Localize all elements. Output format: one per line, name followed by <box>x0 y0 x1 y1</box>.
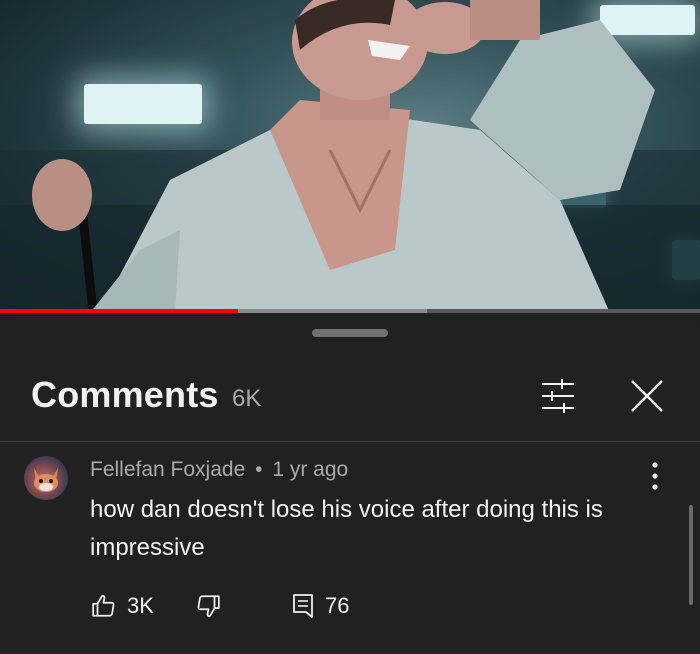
comments-title: Comments <box>31 374 219 415</box>
more-vert-icon <box>652 462 658 490</box>
meta-separator: • <box>255 458 263 481</box>
close-icon <box>631 380 663 412</box>
thumbs-down-icon <box>197 595 220 617</box>
reply-icon <box>293 594 313 618</box>
comments-panel: Comments 6K Fellefan Foxjade • 1 yr ago … <box>0 313 700 654</box>
drag-handle[interactable] <box>312 329 388 337</box>
video-frame <box>0 0 700 313</box>
comment-text: how dan doesn't lose his voice after doi… <box>90 496 603 561</box>
comment-time[interactable]: 1 yr ago <box>272 458 348 481</box>
avatar[interactable] <box>24 456 68 500</box>
comment-actions: 3K 76 <box>0 591 700 621</box>
comment-author[interactable]: Fellefan Foxjade <box>90 458 245 481</box>
replies-button[interactable]: 76 <box>291 591 349 621</box>
filter-button[interactable] <box>538 376 578 416</box>
dislike-button[interactable] <box>195 591 221 621</box>
like-count: 3K <box>127 593 154 618</box>
fox-avatar-icon <box>34 468 58 492</box>
comment-menu-button[interactable] <box>640 458 670 494</box>
header-divider <box>0 441 700 442</box>
like-button[interactable]: 3K <box>91 591 154 621</box>
scrollbar[interactable] <box>689 505 693 605</box>
filter-sliders-icon <box>542 379 574 413</box>
close-button[interactable] <box>627 376 667 416</box>
comments-count: 6K <box>232 385 262 412</box>
comment-meta: Fellefan Foxjade • 1 yr ago <box>90 458 348 482</box>
video-player[interactable] <box>0 0 700 313</box>
thumbs-up-icon <box>92 595 115 617</box>
reply-count: 76 <box>325 593 350 618</box>
